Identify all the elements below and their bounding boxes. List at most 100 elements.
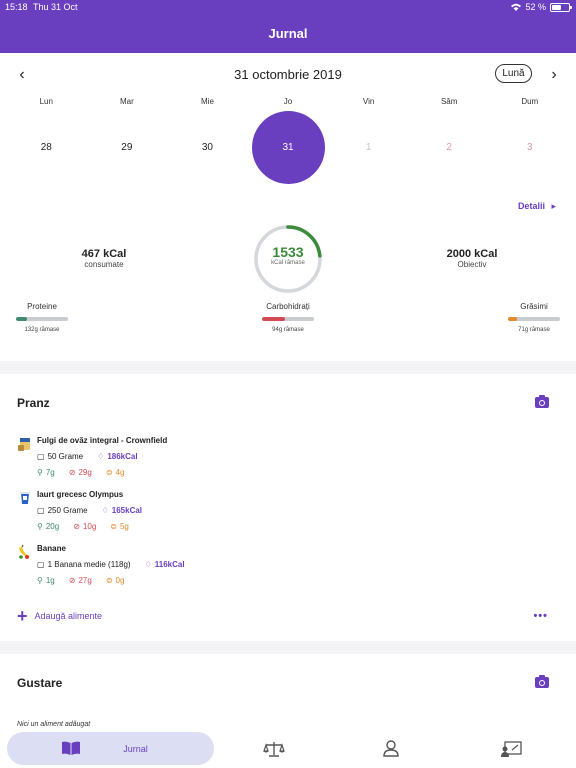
bread-icon: ⊘: [68, 468, 76, 477]
tab-weight[interactable]: [262, 732, 286, 765]
package-icon: ▢: [37, 506, 45, 515]
fat-macro: Grăsimi 71g rămase: [494, 302, 574, 333]
chevron-right-icon: ▸: [551, 201, 556, 211]
protein-bar: [16, 317, 68, 321]
food-item[interactable]: Banane ▢ 1 Banana medie (118g) ♢ 116kCal ⚲…: [17, 544, 517, 596]
portion: ▢ 50 Grame: [37, 452, 83, 461]
carbs: ⊘ 29g: [69, 468, 92, 477]
empty-meal-text: Nici un aliment adăugat: [17, 721, 91, 728]
carbs-macro: Carbohidrați 94g rămase: [248, 302, 328, 333]
food-item[interactable]: Fulgi de ovăz integral - Crownfield ▢ 50 …: [17, 436, 517, 488]
fat-value: 5g: [119, 522, 129, 531]
yogurt-cup-icon: [20, 492, 30, 504]
status-time: 15:18: [5, 2, 28, 12]
day-cell[interactable]: 28: [6, 109, 87, 185]
weekday-label: Lun: [39, 97, 53, 106]
fat: ⊜ 4g: [106, 468, 125, 477]
fat-bar-fill: [508, 317, 518, 321]
fat: ⊜ 5g: [110, 522, 129, 531]
camera-icon[interactable]: [535, 675, 549, 688]
weekday-label: Dum: [521, 97, 539, 106]
calendar-card: ‹ 31 octombrie 2019 Lună › Lun Mar Mie J…: [0, 53, 576, 361]
drumstick-icon: ⚲: [37, 576, 43, 585]
bottom-tab-bar: Jurnal: [0, 728, 576, 768]
food-item[interactable]: Iaurt grecesc Olympus ▢ 250 Grame ♢ 165kCa…: [17, 490, 517, 542]
date-title: 31 octombrie 2019: [234, 67, 342, 82]
battery-icon: [550, 2, 572, 12]
consumed-label: consumate: [84, 260, 124, 269]
weekday-label: Mie: [201, 97, 214, 106]
add-food-button[interactable]: + Adaugă alimente: [17, 607, 103, 625]
calories-value: 165kCal: [111, 506, 143, 515]
day-cell-selected[interactable]: 31: [248, 109, 329, 185]
fat-icon: ⊜: [110, 522, 117, 531]
package-icon: ▢: [37, 452, 45, 461]
tab-journal[interactable]: Jurnal: [7, 732, 214, 765]
protein-value: 20g: [45, 522, 60, 531]
carbs-bar-fill: [262, 317, 286, 321]
flame-icon: ♢: [97, 452, 105, 461]
month-view-button[interactable]: Lună: [495, 64, 532, 83]
carbs-value: 10g: [82, 522, 97, 531]
page-title: Jurnal: [268, 26, 308, 41]
user-icon: [383, 740, 399, 757]
scale-icon: [263, 741, 285, 757]
portion-amount: 1 Banana medie (118g): [47, 560, 131, 569]
day-number: 3: [526, 141, 533, 153]
fat-icon: ⊜: [105, 468, 113, 477]
macro-name: Proteine: [27, 302, 57, 311]
fat: ⊜ 0g: [106, 576, 125, 585]
carbs: ⊘ 10g: [73, 522, 96, 531]
macro-remaining: 71g rămase: [518, 327, 550, 333]
day-number: 2: [446, 141, 452, 153]
fat-value: 0g: [115, 576, 125, 585]
goal-value: 2000 kCal: [446, 248, 498, 260]
day-cell[interactable]: 3: [489, 109, 570, 185]
add-food-label: Adaugă alimente: [34, 611, 103, 621]
food-name: Fulgi de ovăz integral - Crownfield: [37, 436, 168, 445]
fat-bar: [508, 317, 560, 321]
weekday-label: Vin: [362, 97, 375, 106]
details-label: Detalii: [517, 201, 545, 211]
calories-value: 116kCal: [154, 560, 185, 569]
weekday-label: Sâm: [440, 97, 458, 106]
day-cell[interactable]: 30: [167, 109, 248, 185]
carbs-value: 29g: [78, 468, 92, 477]
calories: ♢ 116kCal: [145, 560, 185, 569]
bread-icon: ⊘: [73, 522, 80, 531]
tab-profile[interactable]: [381, 732, 401, 765]
flame-icon: ♢: [144, 560, 152, 569]
protein: ⚲ 20g: [37, 522, 59, 531]
goal-label: Obiectiv: [457, 260, 487, 269]
day-cell[interactable]: 29: [87, 109, 168, 185]
calories-value: 186kCal: [107, 452, 138, 461]
next-day-arrow-icon[interactable]: ›: [546, 66, 562, 84]
day-number: 1: [365, 141, 372, 153]
details-link[interactable]: Detalii ▸: [518, 201, 556, 212]
day-cell[interactable]: 2: [409, 109, 490, 185]
fat-value: 4g: [115, 468, 125, 477]
protein-bar-fill: [16, 317, 28, 321]
coach-board-icon: [501, 740, 522, 757]
drumstick-icon: ⚲: [37, 468, 43, 477]
camera-icon[interactable]: [535, 395, 549, 408]
consumed-value: 467 kCal: [81, 248, 127, 260]
protein-value: 7g: [45, 468, 55, 477]
more-options-icon[interactable]: •••: [533, 610, 548, 622]
tab-label: Jurnal: [123, 743, 148, 754]
remaining-stat: 1533 kCal rămase: [253, 244, 323, 266]
portion-amount: 250 Grame: [47, 506, 88, 515]
remaining-label: kCal rămase: [271, 260, 305, 266]
protein-macro: Proteine 132g rămase: [2, 302, 82, 333]
bread-icon: ⊘: [68, 576, 76, 585]
protein: ⚲ 1g: [37, 576, 55, 585]
flame-icon: ♢: [101, 506, 109, 515]
oats-package-icon: [18, 438, 30, 451]
day-cell[interactable]: 1: [328, 109, 409, 185]
week-days: 28 29 30 31 1 2 3: [6, 109, 570, 185]
tab-coach[interactable]: [499, 732, 523, 765]
macro-name: Grăsimi: [520, 302, 548, 311]
day-number: 28: [40, 141, 52, 153]
book-icon: [62, 741, 80, 755]
wifi-icon: [511, 3, 522, 11]
